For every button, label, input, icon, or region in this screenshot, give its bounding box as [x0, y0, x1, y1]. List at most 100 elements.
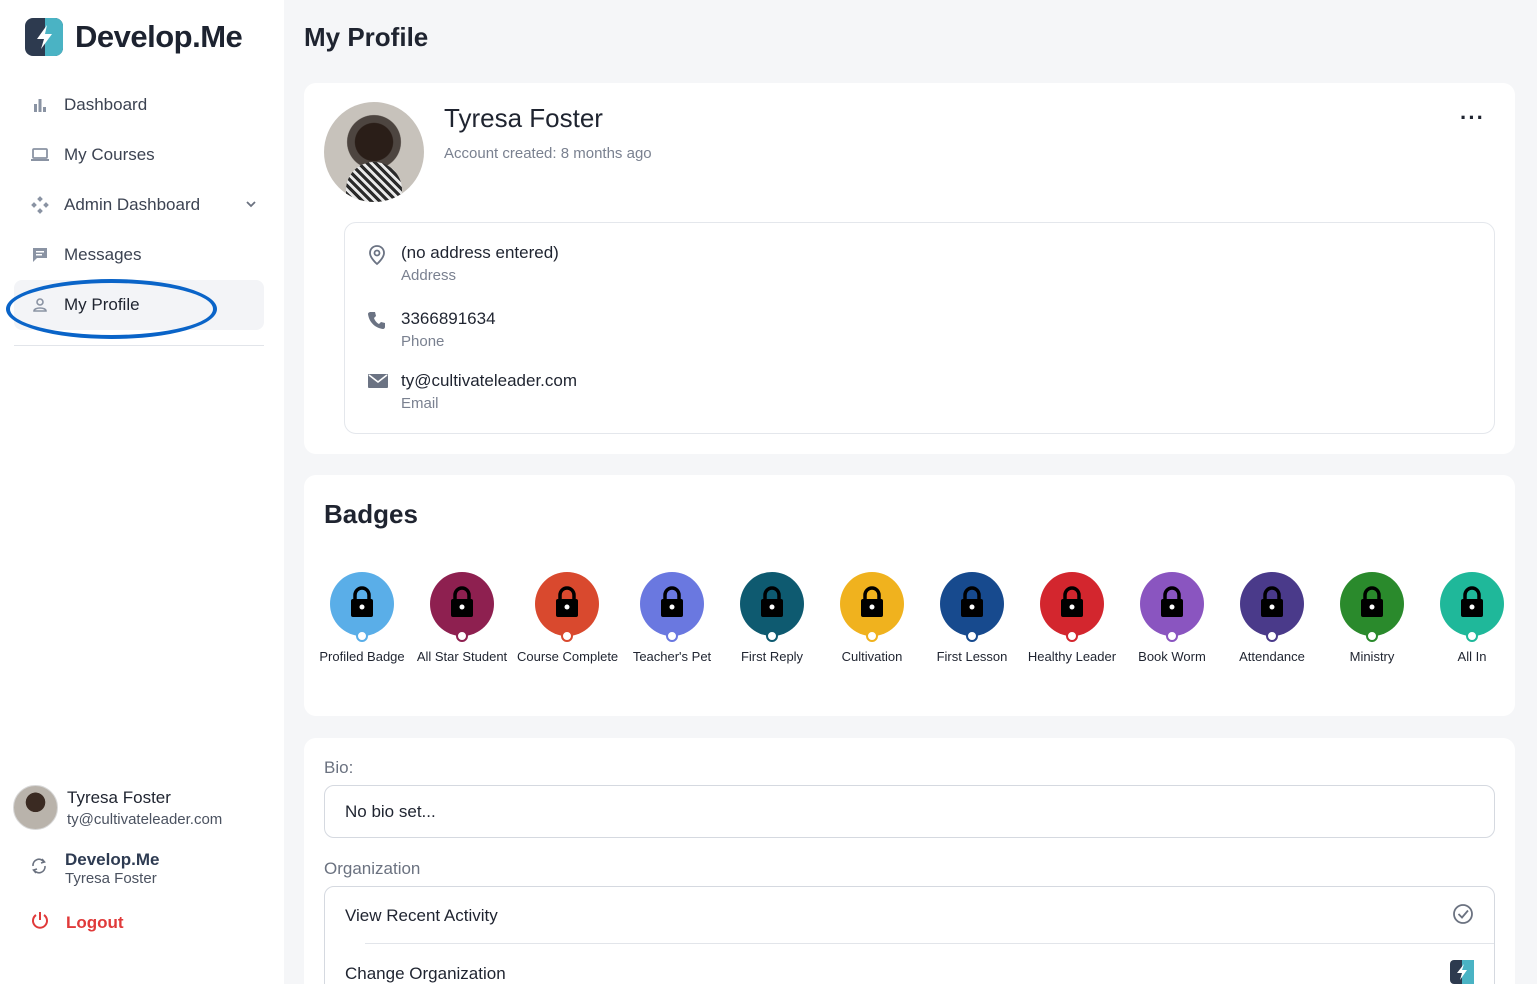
badge-icon: [1240, 572, 1304, 642]
sidebar-divider: [14, 345, 264, 346]
badge-label: All Star Student: [416, 649, 508, 664]
lock-icon: [657, 585, 687, 624]
address-row: (no address entered) Address: [367, 243, 559, 284]
badge-icon: [330, 572, 394, 642]
badge-icon: [940, 572, 1004, 642]
badge-icon: [840, 572, 904, 642]
check-circle-icon: [1452, 903, 1474, 930]
email-label: Email: [401, 395, 439, 412]
badge-label: Cultivation: [841, 649, 903, 664]
badge-level-dot: [1266, 630, 1278, 642]
sidebar-item-my-courses[interactable]: My Courses: [14, 130, 264, 180]
badge-level-dot: [1066, 630, 1078, 642]
badge-item[interactable]: Cultivation: [822, 572, 922, 664]
badge-level-dot: [666, 630, 678, 642]
badge-item[interactable]: Attendance: [1222, 572, 1322, 664]
page-title: My Profile: [304, 22, 429, 52]
phone-value: 3366891634: [401, 309, 496, 328]
badge-item[interactable]: Healthy Leader: [1022, 572, 1122, 664]
sidebar-item-label: Dashboard: [64, 95, 148, 114]
sidebar-item-label: Messages: [64, 245, 142, 264]
badge-item[interactable]: First Reply: [722, 572, 822, 664]
badge-label: All In: [1457, 649, 1487, 664]
sidebar-org-user: Tyresa Foster: [65, 870, 157, 887]
sidebar-item-dashboard[interactable]: Dashboard: [14, 80, 264, 130]
badge-icon: [535, 572, 599, 642]
organization-list: View Recent Activity Change Organization: [324, 886, 1495, 984]
bar-chart-icon: [29, 94, 51, 116]
app-logo[interactable]: Develop.Me: [25, 18, 243, 56]
phone-icon: [367, 310, 387, 330]
app-name: Develop.Me: [75, 19, 243, 54]
chevron-down-icon[interactable]: [244, 196, 258, 216]
lock-icon: [1057, 585, 1087, 624]
profile-card: Tyresa Foster Account created: 8 months …: [304, 83, 1515, 454]
sidebar-user-name: Tyresa Foster: [67, 787, 171, 807]
location-pin-icon: [367, 244, 387, 266]
highlight-annotation: [6, 279, 217, 339]
badge-icon: [1440, 572, 1504, 642]
organization-label: Organization: [324, 859, 421, 878]
badge-item[interactable]: Book Worm: [1122, 572, 1222, 664]
sidebar-user[interactable]: Tyresa Foster ty@cultivateleader.com: [13, 785, 222, 830]
badge-label: Course Complete: [517, 649, 619, 664]
badge-label: First Reply: [740, 649, 804, 664]
badge-label: Teacher's Pet: [632, 649, 712, 664]
email-value: ty@cultivateleader.com: [401, 371, 578, 390]
badge-item[interactable]: All Star Student: [412, 572, 512, 664]
badge-label: Profiled Badge: [319, 649, 405, 664]
laptop-icon: [29, 144, 51, 166]
phone-row: 3366891634 Phone: [367, 309, 496, 350]
logout-button[interactable]: Logout: [30, 910, 124, 935]
badge-item[interactable]: Teacher's Pet: [622, 572, 722, 664]
badge-item[interactable]: Ministry: [1322, 572, 1422, 664]
address-label: Address: [401, 267, 457, 284]
badge-icon: [740, 572, 804, 642]
badge-label: Healthy Leader: [1027, 649, 1117, 664]
sidebar: Develop.Me Dashboard My Courses Admin Da…: [0, 0, 284, 984]
lock-icon: [1257, 585, 1287, 624]
account-created: Account created: 8 months ago: [444, 145, 652, 162]
bio-card: Bio: No bio set... Organization View Rec…: [304, 738, 1515, 984]
badge-icon: [640, 572, 704, 642]
org-logo-icon: [1450, 960, 1474, 984]
contact-info: (no address entered) Address 3366891634 …: [344, 222, 1495, 434]
badge-item[interactable]: First Lesson: [922, 572, 1022, 664]
badge-label: Attendance: [1239, 649, 1305, 664]
lock-icon: [1357, 585, 1387, 624]
bio-field[interactable]: No bio set...: [324, 785, 1495, 838]
lock-icon: [1457, 585, 1487, 624]
badge-icon: [1340, 572, 1404, 642]
chat-icon: [29, 244, 51, 266]
logo-icon: [25, 18, 63, 56]
lock-icon: [1157, 585, 1187, 624]
sidebar-item-admin-dashboard[interactable]: Admin Dashboard: [14, 180, 264, 230]
badge-level-dot: [356, 630, 368, 642]
badge-item[interactable]: All In: [1422, 572, 1522, 664]
phone-label: Phone: [401, 333, 445, 350]
badge-level-dot: [1466, 630, 1478, 642]
badge-level-dot: [766, 630, 778, 642]
sidebar-org-switcher[interactable]: Develop.Me Tyresa Foster: [29, 850, 159, 887]
badge-level-dot: [1166, 630, 1178, 642]
more-options-icon[interactable]: ···: [1460, 107, 1485, 129]
badge-label: Ministry: [1349, 649, 1395, 664]
badge-label: Book Worm: [1138, 649, 1206, 664]
profile-avatar[interactable]: [324, 102, 424, 202]
badge-item[interactable]: Profiled Badge: [312, 572, 412, 664]
badges-title: Badges: [324, 499, 418, 529]
change-organization-item[interactable]: Change Organization: [345, 964, 506, 984]
badge-item[interactable]: Course Complete: [517, 572, 619, 664]
power-icon: [30, 910, 50, 935]
badge-level-dot: [456, 630, 468, 642]
sidebar-org-name: Develop.Me: [65, 850, 160, 869]
sidebar-item-messages[interactable]: Messages: [14, 230, 264, 280]
view-recent-activity-item[interactable]: View Recent Activity: [345, 906, 498, 926]
switch-icon: [29, 856, 49, 881]
badge-icon: [1140, 572, 1204, 642]
lock-icon: [757, 585, 787, 624]
badge-level-dot: [966, 630, 978, 642]
lock-icon: [347, 585, 377, 624]
badge-label: First Lesson: [936, 649, 1008, 664]
lock-icon: [447, 585, 477, 624]
